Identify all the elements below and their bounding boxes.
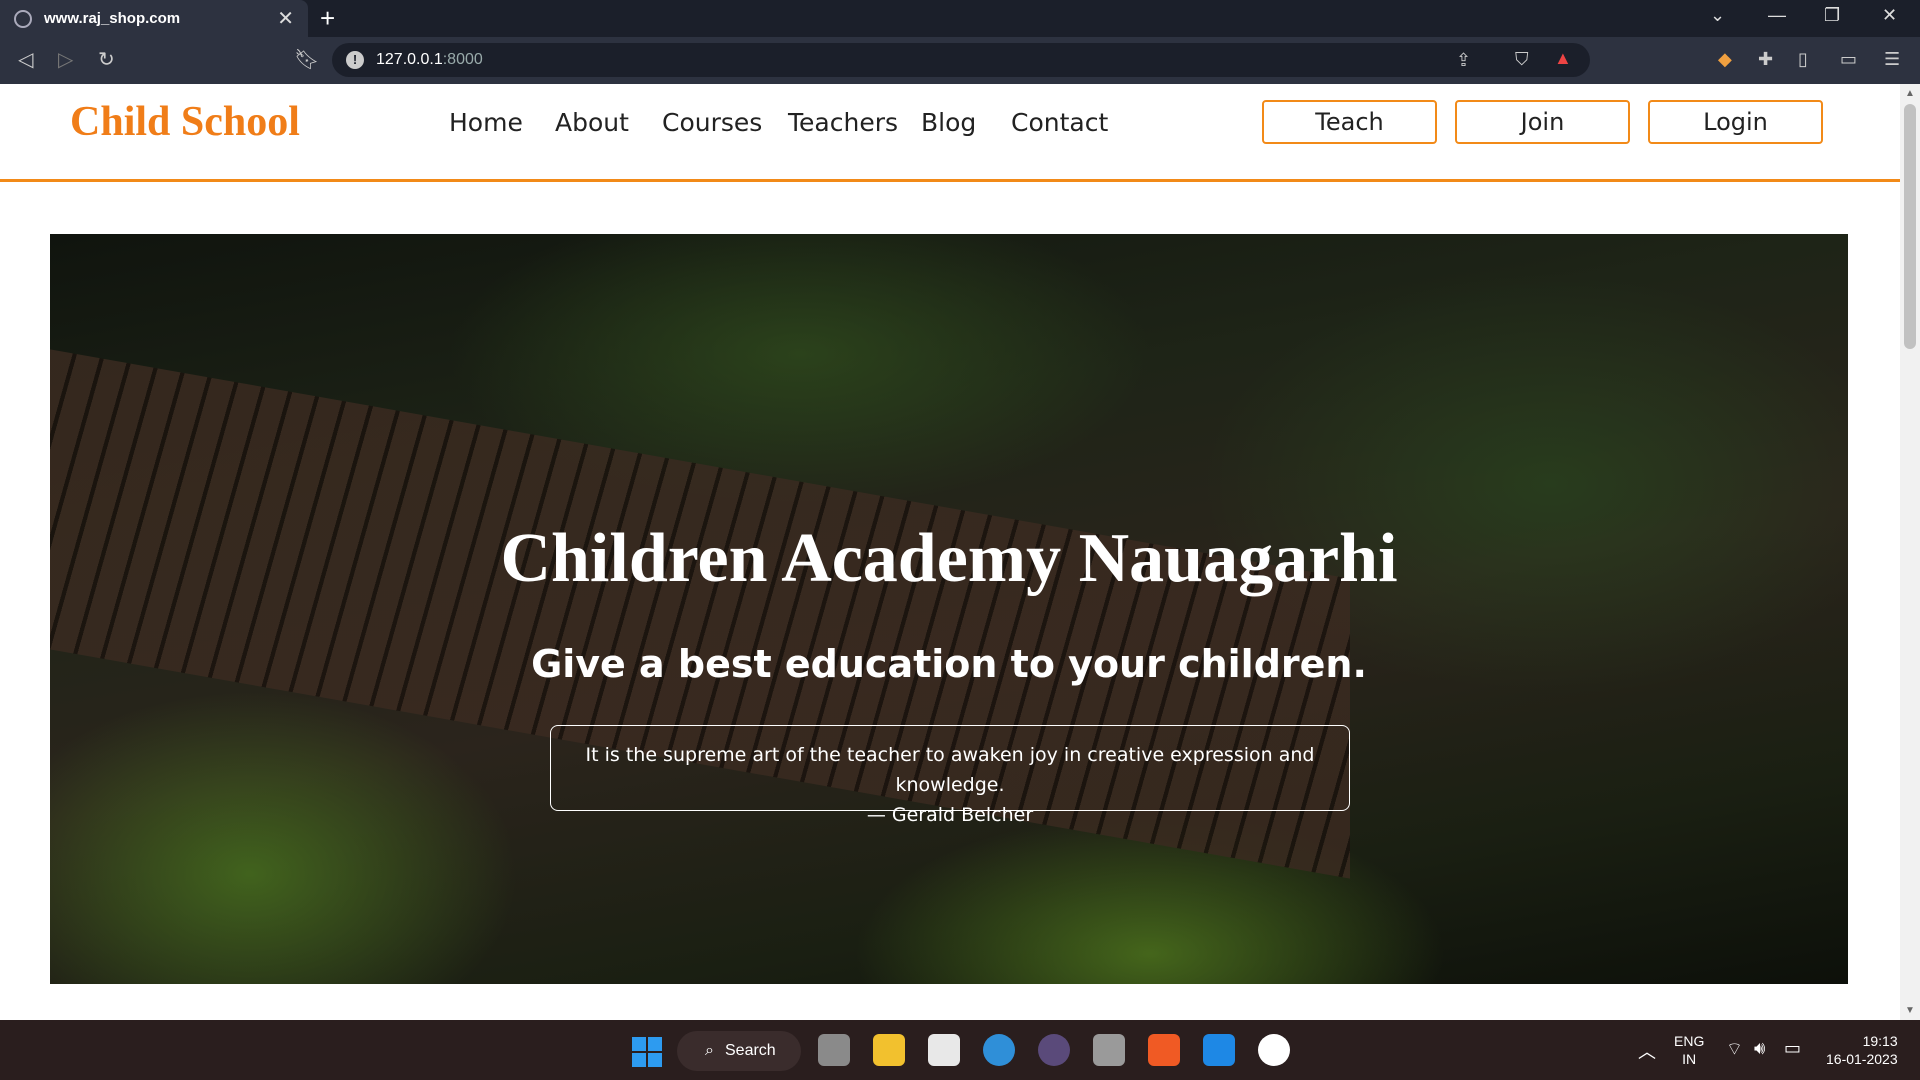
hero-banner: Children Academy Nauagarhi Give a best e…	[50, 234, 1848, 984]
battery-icon[interactable]: ▭	[1784, 1038, 1801, 1059]
search-icon: ⌕	[705, 1042, 714, 1059]
metamask-extension-icon[interactable]: ◆	[1718, 49, 1732, 70]
share-icon[interactable]: ⇪	[1456, 50, 1471, 71]
join-button[interactable]: Join	[1455, 100, 1630, 144]
vscode-icon[interactable]	[1203, 1034, 1235, 1066]
teach-button[interactable]: Teach	[1262, 100, 1437, 144]
nav-teachers[interactable]: Teachers	[788, 108, 898, 137]
menu-icon[interactable]: ☰	[1884, 49, 1900, 70]
hero-title: Children Academy Nauagarhi	[500, 520, 1398, 597]
tab-title: www.raj_shop.com	[44, 10, 181, 27]
url-text: 127.0.0.1:8000	[376, 51, 483, 69]
extensions-icon[interactable]: ✚	[1758, 49, 1773, 70]
task-view-icon[interactable]	[818, 1034, 850, 1066]
quote-text: It is the supreme art of the teacher to …	[585, 744, 1315, 796]
lang-secondary: IN	[1682, 1051, 1697, 1067]
wifi-icon[interactable]: ⌔	[1726, 1038, 1743, 1061]
quote-author: — Gerald Belcher	[866, 804, 1034, 826]
clock[interactable]: 19:13 16-01-2023	[1826, 1032, 1898, 1068]
brave-shields-icon[interactable]: ⛉	[1515, 49, 1529, 70]
sidebar-icon[interactable]: ▯	[1798, 49, 1808, 70]
taskbar-search-label: Search	[725, 1042, 776, 1059]
microsoft-store-icon[interactable]	[928, 1034, 960, 1066]
forward-icon[interactable]: ▷	[58, 47, 73, 72]
nav-about[interactable]: About	[555, 108, 629, 137]
brave-rewards-icon[interactable]: ▲	[1554, 48, 1572, 69]
bookmark-icon[interactable]: 🔖︎	[294, 47, 319, 72]
clock-date: 16-01-2023	[1826, 1051, 1898, 1067]
scrollbar-thumb[interactable]	[1904, 104, 1916, 349]
url-host: 127.0.0.1	[376, 51, 443, 68]
tray-overflow-chevron-icon[interactable]: ︿	[1638, 1038, 1656, 1064]
site-info-icon[interactable]: !	[346, 51, 364, 69]
nav-blog[interactable]: Blog	[921, 108, 976, 137]
tab-search-chevron-icon[interactable]: ⌄	[1710, 5, 1725, 26]
back-icon[interactable]: ◁	[18, 47, 33, 72]
hero-quote-box: It is the supreme art of the teacher to …	[550, 725, 1350, 826]
login-button[interactable]: Login	[1648, 100, 1823, 144]
web-page: Child School Home About Courses Teachers…	[0, 84, 1920, 1020]
ublock-icon[interactable]	[1258, 1034, 1290, 1066]
url-port: :8000	[442, 51, 483, 68]
database-icon[interactable]	[1093, 1034, 1125, 1066]
nav-home[interactable]: Home	[449, 108, 523, 137]
media-player-icon[interactable]	[1038, 1034, 1070, 1066]
clock-time: 19:13	[1862, 1033, 1898, 1049]
tab-close-icon[interactable]: ✕	[277, 6, 294, 31]
nav-courses[interactable]: Courses	[662, 108, 762, 137]
reload-icon[interactable]: ↻	[98, 47, 115, 72]
lang-primary: ENG	[1674, 1033, 1705, 1049]
windows-taskbar: ⌕ Search ︿ ENG IN ⌔ 🔊︎ ▭ 19:13 16-01-202…	[0, 1020, 1920, 1080]
hero-subtitle: Give a best education to your children.	[531, 642, 1367, 686]
start-menu-icon[interactable]	[632, 1037, 662, 1067]
browser-tab[interactable]: www.raj_shop.com ✕	[0, 0, 308, 37]
scroll-up-arrow-icon[interactable]: ▲	[1905, 88, 1915, 99]
taskbar-search[interactable]: ⌕ Search	[677, 1031, 801, 1071]
wallet-icon[interactable]: ▭	[1840, 49, 1857, 70]
address-bar[interactable]: ! 127.0.0.1:8000 ⇪ ⛉ ▲	[332, 43, 1590, 77]
browser-tab-bar: www.raj_shop.com ✕ + ⌄ — ❐ ✕	[0, 0, 1920, 37]
site-logo[interactable]: Child School	[70, 98, 300, 146]
language-indicator[interactable]: ENG IN	[1674, 1032, 1704, 1068]
brave-browser-icon[interactable]	[1148, 1034, 1180, 1066]
site-header: Child School Home About Courses Teachers…	[0, 84, 1900, 182]
file-explorer-icon[interactable]	[873, 1034, 905, 1066]
volume-icon[interactable]: 🔊︎	[1754, 1038, 1765, 1059]
edge-icon[interactable]	[983, 1034, 1015, 1066]
nav-contact[interactable]: Contact	[1011, 108, 1108, 137]
window-close-icon[interactable]: ✕	[1882, 5, 1897, 26]
browser-toolbar: ◁ ▷ ↻ 🔖︎ ! 127.0.0.1:8000 ⇪ ⛉ ▲ ◆ ✚ ▯ ▭ …	[0, 37, 1920, 84]
globe-icon	[14, 10, 32, 28]
page-scrollbar[interactable]: ▲ ▼	[1900, 84, 1920, 1020]
new-tab-button[interactable]: +	[320, 3, 335, 34]
scroll-down-arrow-icon[interactable]: ▼	[1905, 1005, 1915, 1016]
restore-icon[interactable]: ❐	[1824, 5, 1840, 26]
minimize-icon[interactable]: —	[1768, 5, 1786, 26]
